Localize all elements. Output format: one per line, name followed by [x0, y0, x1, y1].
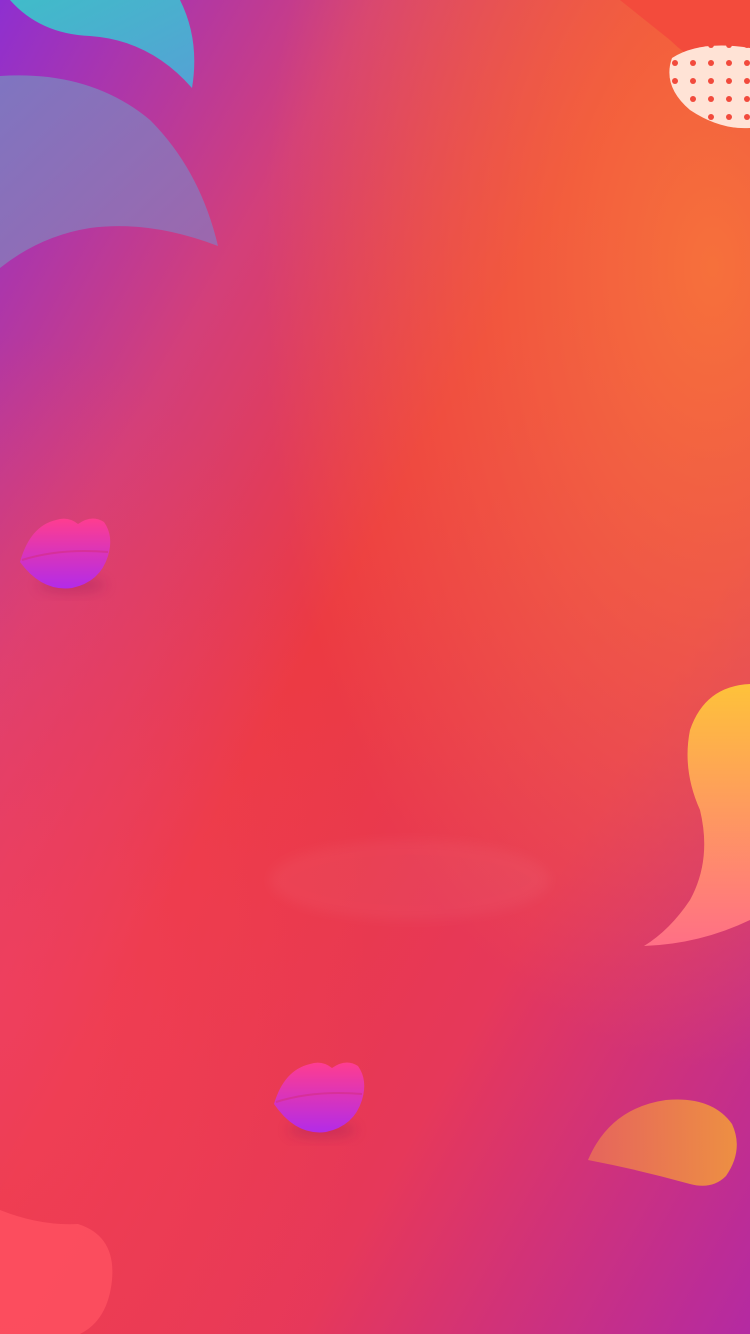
faint-glow-shape — [270, 840, 550, 920]
background-canvas — [0, 0, 750, 1334]
decorative-background — [0, 0, 750, 1334]
